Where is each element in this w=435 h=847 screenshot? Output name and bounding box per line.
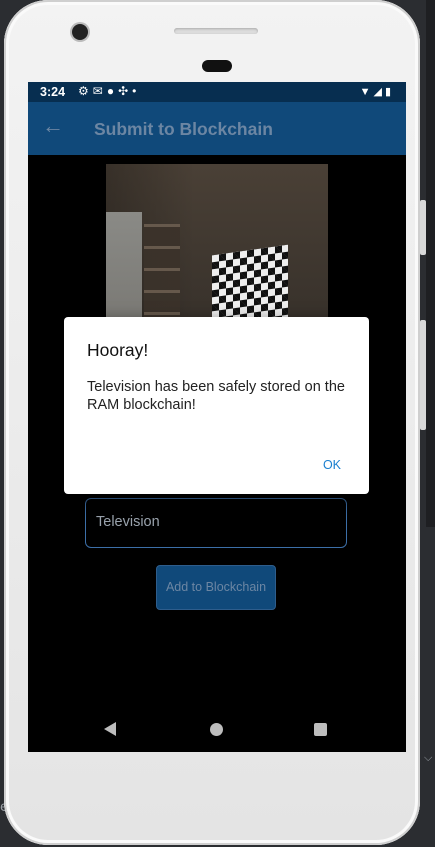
item-name-input[interactable]: Television [85, 498, 347, 548]
chevron-down-icon: ⌵ [424, 752, 433, 764]
speaker-grille [202, 60, 232, 72]
notification-icons: ⚙✉●✣• [78, 84, 140, 98]
page-title: Submit to Blockchain [94, 119, 273, 139]
system-nav-bar [28, 702, 406, 752]
earpiece-slit [174, 28, 258, 34]
front-camera-icon [72, 24, 88, 40]
power-button[interactable] [420, 320, 426, 430]
status-bar: 3:24 ⚙✉●✣• ▼◢▮ [28, 82, 406, 102]
gear-icon: ⚙ [78, 84, 93, 98]
success-dialog: Hooray! Television has been safely store… [64, 317, 369, 494]
signal-icon: ◢ [373, 86, 385, 98]
item-name-value: Television [96, 514, 160, 530]
nav-recents-icon[interactable] [314, 723, 327, 736]
emulator-side-strip [426, 0, 435, 527]
wifi-icon: ▼ [359, 86, 374, 98]
dialog-message: Television has been safely stored on the… [87, 379, 345, 413]
system-icons: ▼◢▮ [360, 85, 394, 98]
app-bar: ← Submit to Blockchain [28, 102, 406, 155]
nav-back-icon[interactable] [104, 722, 116, 736]
battery-icon: ▮ [384, 86, 394, 98]
phone-frame: 3:24 ⚙✉●✣• ▼◢▮ ← Submit to Blockchain Te… [4, 0, 420, 845]
back-arrow-icon[interactable]: ← [42, 115, 64, 137]
globe-icon: ● [106, 84, 119, 98]
status-time: 3:24 [40, 85, 66, 99]
sync-icon: ✣ [118, 84, 133, 98]
nav-home-icon[interactable] [210, 723, 223, 736]
dialog-ok-button[interactable]: OK [323, 458, 341, 472]
volume-button[interactable] [420, 200, 426, 255]
dialog-title: Hooray! [87, 340, 149, 360]
dot-icon: • [132, 84, 141, 98]
device-screen: 3:24 ⚙✉●✣• ▼◢▮ ← Submit to Blockchain Te… [28, 82, 406, 752]
add-to-blockchain-button[interactable]: Add to Blockchain [156, 565, 276, 610]
mail-icon: ✉ [92, 84, 107, 98]
